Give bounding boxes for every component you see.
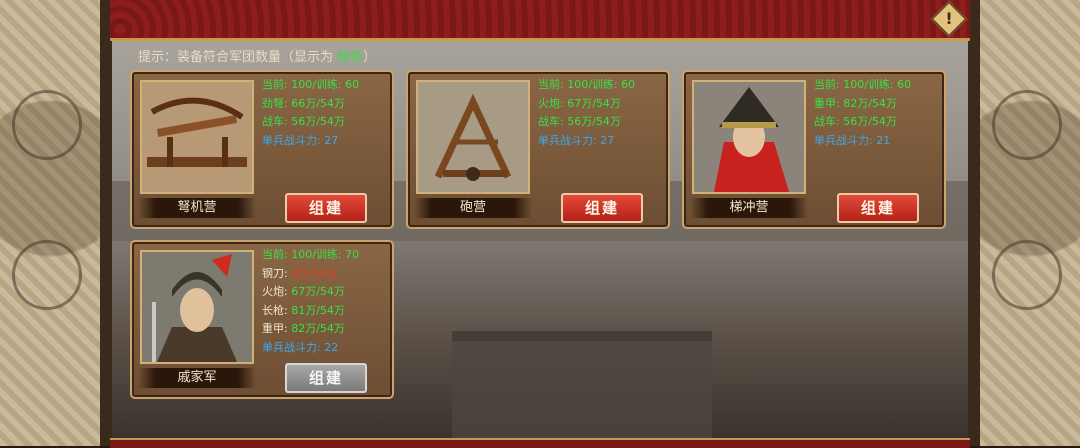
stat-value: 82万/54万 xyxy=(291,322,345,335)
unit-card-crossbow: 弩机营 当前: 100/训练: 60 劲弩: 66万/54万 战车: 56万/5… xyxy=(130,70,394,229)
unit-name: 戚家军 xyxy=(138,368,256,388)
stat-value: 81万/54万 xyxy=(291,303,345,317)
crossbow-image xyxy=(140,80,254,194)
stat-current: 当前: 100/训练: 60 xyxy=(262,78,360,91)
unit-stats: 当前: 100/训练: 60 劲弩: 66万/54万 战车: 56万/54万 单… xyxy=(262,76,359,150)
unit-stats: 当前: 100/训练: 70 钢刀: 0万/54万 火炮: 67万/54万 长枪… xyxy=(262,246,359,357)
stat-current: 当前: 100/训练: 60 xyxy=(814,78,912,91)
stat-power: 单兵战斗力: 22 xyxy=(262,340,339,354)
stat-equipment: 劲弩: 66万/54万 xyxy=(262,96,345,110)
right-border-panel xyxy=(974,0,1080,446)
stat-value: 67万/54万 xyxy=(291,285,345,298)
stat-label: 钢刀: xyxy=(262,266,292,280)
warning-icon[interactable]: ! xyxy=(930,0,968,38)
unit-card-armored: 梯冲营 当前: 100/训练: 60 重甲: 82万/54万 战车: 56万/5… xyxy=(682,70,946,229)
unit-card-catapult: 砲营 当前: 100/训练: 60 火炮: 67万/54万 战车: 56万/54… xyxy=(406,70,670,229)
background-gate xyxy=(452,331,712,448)
panel-header-bar: ! xyxy=(110,0,970,41)
stat-equipment: 重甲: 82万/54万 xyxy=(814,96,897,110)
armored-soldier-image xyxy=(692,80,806,194)
stat-equipment: 战车: 56万/54万 xyxy=(538,115,621,128)
unit-name: 砲营 xyxy=(414,198,532,218)
build-button[interactable]: 组建 xyxy=(561,193,643,223)
stat-power: 单兵战斗力: 21 xyxy=(814,133,891,147)
hint-suffix: ） xyxy=(363,50,377,65)
left-border-panel xyxy=(0,0,106,446)
build-button[interactable]: 组建 xyxy=(837,193,919,223)
panel-footer-bar xyxy=(110,438,970,448)
stat-label: 火炮: xyxy=(262,285,292,298)
unit-stats: 当前: 100/训练: 60 火炮: 67万/54万 战车: 56万/54万 单… xyxy=(538,76,635,150)
stat-label: 重甲: xyxy=(262,322,292,335)
stat-current: 当前: 100/训练: 70 xyxy=(262,248,360,261)
hint-prefix: 提示：装备符合军团数量（显示为 xyxy=(138,50,338,65)
stat-equipment: 战车: 56万/54万 xyxy=(262,115,345,128)
stat-value: 0万/54万 xyxy=(291,266,338,280)
dragon-emblem-icon xyxy=(992,90,1062,160)
stat-equipment: 火炮: 67万/54万 xyxy=(538,96,621,110)
stat-equipment: 战车: 56万/54万 xyxy=(814,115,897,128)
stat-label: 长枪: xyxy=(262,303,292,317)
dragon-emblem-icon xyxy=(992,240,1062,310)
stat-equipment: 长枪: 81万/54万 xyxy=(262,302,359,321)
stat-current: 当前: 100/训练: 60 xyxy=(538,78,636,91)
general-portrait-image xyxy=(140,250,254,364)
unit-name: 弩机营 xyxy=(138,198,256,218)
dragon-emblem-icon xyxy=(12,90,82,160)
dragon-emblem-icon xyxy=(12,240,82,310)
hint-text: 提示：装备符合军团数量（显示为 绿色） xyxy=(138,46,376,65)
hint-highlight: 绿色 xyxy=(337,50,364,65)
stat-equipment-short: 钢刀: 0万/54万 xyxy=(262,265,359,284)
unit-card-qi-army: 戚家军 当前: 100/训练: 70 钢刀: 0万/54万 火炮: 67万/54… xyxy=(130,240,394,399)
stat-power: 单兵战斗力: 27 xyxy=(262,133,339,147)
catapult-image xyxy=(416,80,530,194)
stat-power: 单兵战斗力: 27 xyxy=(538,133,615,147)
build-button[interactable]: 组建 xyxy=(285,193,367,223)
stat-equipment: 火炮: 67万/54万 xyxy=(262,283,359,302)
build-button-disabled[interactable]: 组建 xyxy=(285,363,367,393)
unit-stats: 当前: 100/训练: 60 重甲: 82万/54万 战车: 56万/54万 单… xyxy=(814,76,911,150)
unit-name: 梯冲营 xyxy=(690,198,808,218)
stat-equipment: 重甲: 82万/54万 xyxy=(262,320,359,339)
